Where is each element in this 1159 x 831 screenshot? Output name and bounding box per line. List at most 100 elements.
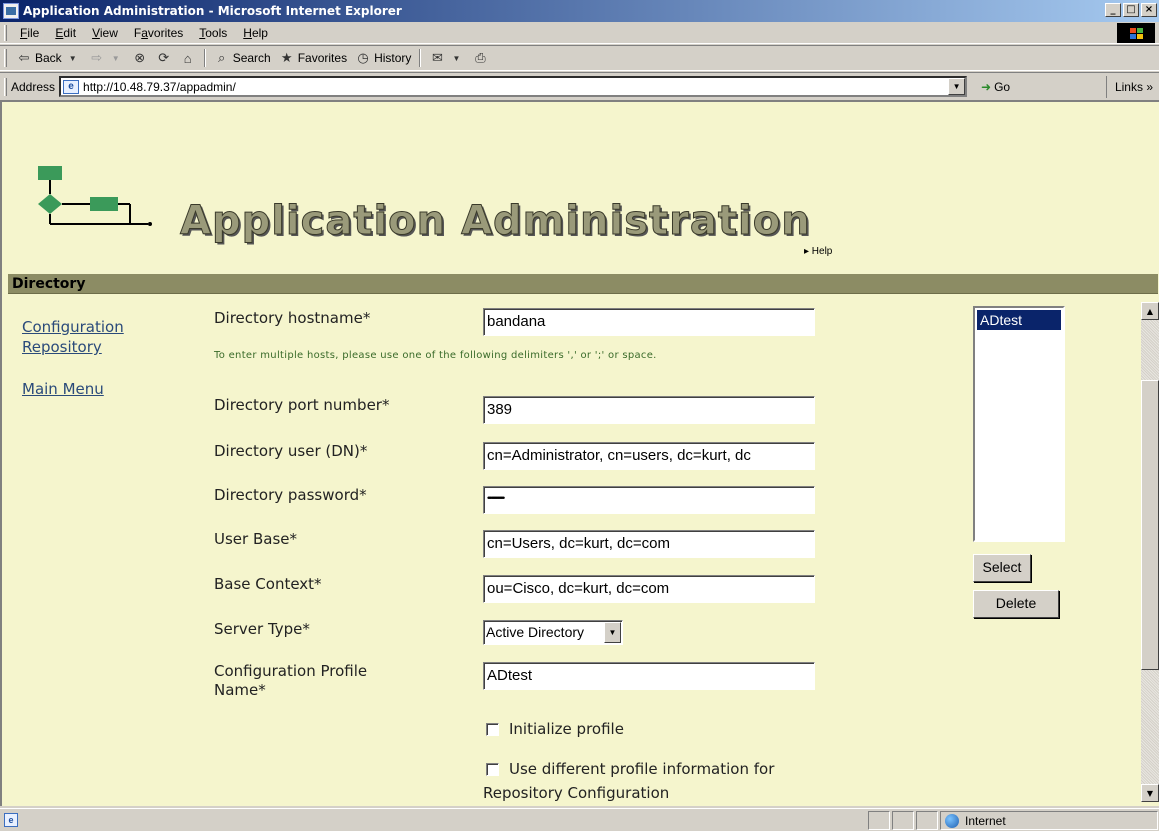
stop-icon: ⊗: [134, 50, 146, 65]
address-url: http://10.48.79.37/appadmin/: [83, 79, 236, 94]
print-icon: ⎙: [475, 50, 486, 65]
refresh-button[interactable]: ⟳: [152, 47, 176, 69]
different-profile-label-line2: Repository Configuration: [483, 784, 670, 802]
address-bar: Address e http://10.48.79.37/appadmin/ ▼…: [0, 72, 1159, 100]
address-grip[interactable]: [4, 77, 7, 96]
chevron-down-icon[interactable]: ▼: [604, 622, 621, 643]
port-input[interactable]: 389: [483, 396, 815, 424]
toolbar-separator: [419, 49, 422, 67]
address-input[interactable]: e http://10.48.79.37/appadmin/ ▼: [59, 76, 968, 97]
menu-tools[interactable]: Tools: [191, 26, 235, 40]
nav-repository[interactable]: Repository: [22, 338, 124, 356]
left-nav: Configuration Repository Main Menu: [22, 318, 124, 398]
base-context-input[interactable]: ou=Cisco, dc=kurt, dc=com: [483, 575, 815, 603]
globe-icon: [945, 813, 959, 828]
history-icon: ◷: [357, 50, 369, 65]
password-label: Directory password*: [214, 486, 367, 504]
maximize-button[interactable]: □: [1123, 3, 1139, 17]
mail-button[interactable]: ✉ ▼: [425, 47, 468, 69]
menu-view[interactable]: View: [84, 26, 126, 40]
user-dn-input[interactable]: cn=Administrator, cn=users, dc=kurt, dc: [483, 442, 815, 470]
app-logo-icon: [38, 166, 152, 226]
address-label: Address: [11, 79, 56, 94]
dropdown-arrow-icon: ▼: [111, 53, 120, 63]
toolbar-separator: [203, 49, 206, 67]
address-dropdown-button[interactable]: ▼: [948, 78, 966, 95]
menu-file[interactable]: File: [12, 26, 47, 40]
different-profile-option[interactable]: Use different profile information for: [486, 760, 774, 778]
profile-name-label: Configuration Profile Name*: [214, 662, 368, 699]
status-cell: [916, 811, 938, 830]
favorites-icon: ★: [280, 50, 293, 65]
server-type-label: Server Type*: [214, 620, 310, 638]
favorites-button[interactable]: ★ Favorites: [275, 47, 351, 69]
forward-arrow-icon: ⇨: [91, 50, 103, 65]
menu-help[interactable]: Help: [235, 26, 276, 40]
forward-button[interactable]: ⇨ ▼: [85, 47, 128, 69]
section-header: Directory: [8, 274, 1158, 294]
initialize-profile-option[interactable]: Initialize profile: [486, 720, 624, 738]
standard-toolbar: ⇦ Back ▼ ⇨ ▼ ⊗ ⟳ ⌂ ⌕ Search ★ Favorites …: [0, 45, 1159, 71]
nav-configuration[interactable]: Configuration: [22, 318, 124, 336]
refresh-icon: ⟳: [158, 50, 170, 65]
links-button[interactable]: Links »: [1105, 76, 1159, 98]
home-icon: ⌂: [183, 50, 192, 66]
hostname-input[interactable]: bandana: [483, 308, 815, 336]
menu-grip[interactable]: [4, 24, 7, 41]
hostname-hint: To enter multiple hosts, please use one …: [214, 350, 657, 361]
dropdown-arrow-icon: ▼: [68, 53, 77, 63]
user-dn-label: Directory user (DN)*: [214, 442, 368, 460]
status-cell: [868, 811, 890, 830]
page-title: Application Administration: [180, 198, 811, 245]
profile-list-item-selected[interactable]: ADtest: [977, 310, 1061, 330]
page-content: Application Administration ▸ Help Direct…: [0, 100, 1159, 806]
windows-logo-icon: [1117, 23, 1155, 43]
user-base-label: User Base*: [214, 530, 297, 548]
mail-icon: ✉: [431, 50, 443, 65]
hostname-label: Directory hostname*: [214, 309, 371, 327]
initialize-profile-checkbox[interactable]: [486, 722, 499, 736]
back-arrow-icon: ⇦: [18, 50, 30, 65]
toolbar-grip[interactable]: [4, 49, 7, 67]
ie-app-icon[interactable]: [3, 3, 19, 19]
back-button[interactable]: ⇦ Back ▼: [12, 47, 85, 69]
vertical-scrollbar[interactable]: ▲ ▼: [1141, 302, 1159, 802]
profile-listbox[interactable]: ADtest: [973, 306, 1065, 542]
search-button[interactable]: ⌕ Search: [210, 47, 275, 69]
different-profile-checkbox[interactable]: [486, 763, 499, 776]
menu-edit[interactable]: Edit: [47, 26, 84, 40]
search-icon: ⌕: [218, 50, 226, 65]
nav-main-menu[interactable]: Main Menu: [22, 380, 124, 398]
minimize-button[interactable]: _: [1105, 3, 1121, 17]
select-button[interactable]: Select: [973, 554, 1031, 582]
port-label: Directory port number*: [214, 396, 390, 414]
dropdown-arrow-icon: ▼: [452, 53, 461, 63]
server-type-select[interactable]: Active Directory ▼: [483, 620, 623, 645]
window-title: Application Administration - Microsoft I…: [23, 4, 402, 18]
security-zone: Internet: [940, 811, 1158, 830]
page-icon: e: [63, 79, 80, 94]
status-bar: e Internet: [0, 808, 1159, 831]
menu-favorites[interactable]: Favorites: [126, 26, 191, 40]
scroll-down-arrow-icon[interactable]: ▼: [1141, 784, 1159, 802]
title-bar: Application Administration - Microsoft I…: [0, 0, 1159, 22]
stop-button[interactable]: ⊗: [128, 47, 152, 69]
page-status-icon: e: [4, 813, 18, 827]
print-button[interactable]: ⎙: [468, 47, 492, 69]
base-context-label: Base Context*: [214, 575, 322, 593]
status-cell: [892, 811, 914, 830]
user-base-input[interactable]: cn=Users, dc=kurt, dc=com: [483, 530, 815, 558]
go-arrow-icon: ➜: [981, 79, 992, 94]
history-button[interactable]: ◷ History: [351, 47, 415, 69]
menu-bar: File Edit View Favorites Tools Help: [0, 22, 1159, 44]
help-link[interactable]: ▸ Help: [804, 246, 832, 257]
home-button[interactable]: ⌂: [176, 47, 200, 69]
profile-name-input[interactable]: ADtest: [483, 662, 815, 690]
delete-button[interactable]: Delete: [973, 590, 1059, 618]
scrollbar-thumb[interactable]: [1141, 380, 1159, 670]
close-button[interactable]: ×: [1141, 3, 1157, 17]
password-input[interactable]: ••••••••••••••: [483, 486, 815, 514]
scroll-up-arrow-icon[interactable]: ▲: [1141, 302, 1159, 320]
go-button[interactable]: ➜ Go: [981, 80, 1010, 94]
window-controls: _ □ ×: [1105, 3, 1157, 17]
